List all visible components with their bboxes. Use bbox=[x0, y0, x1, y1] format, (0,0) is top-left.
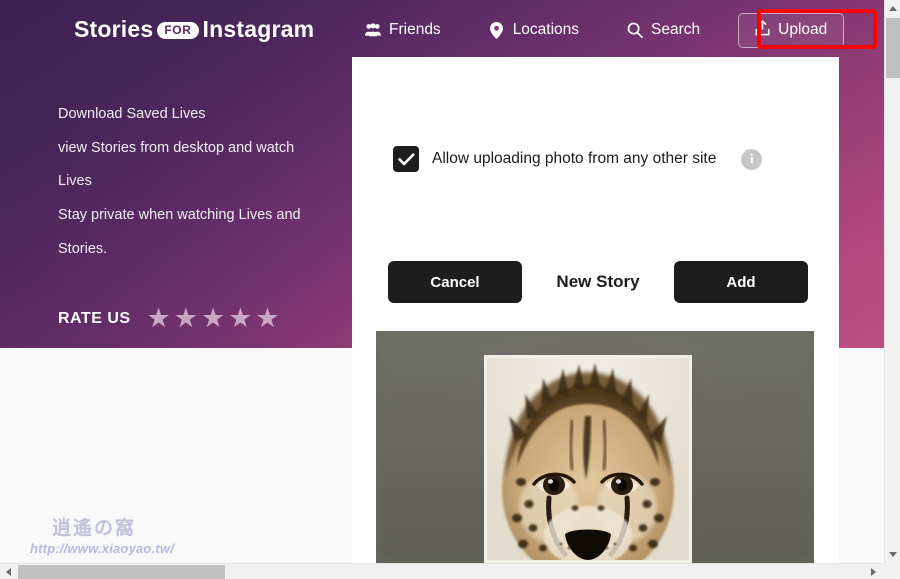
site-header: Stories FOR Instagram Friends Locations … bbox=[0, 0, 884, 112]
scrollbar-corner bbox=[883, 563, 900, 579]
vertical-scrollbar-thumb[interactable] bbox=[886, 18, 900, 78]
nav-item-locations[interactable]: Locations bbox=[479, 15, 589, 45]
chevron-up-icon bbox=[889, 6, 897, 11]
scroll-up-button[interactable] bbox=[885, 0, 900, 17]
watermark: 逍遙の窩 http://www.xiaoyao.tw/ bbox=[30, 513, 240, 556]
hero-line-4: Stay private when watching Lives and bbox=[58, 207, 301, 224]
vertical-scrollbar[interactable] bbox=[884, 0, 900, 563]
site-logo: Stories FOR Instagram bbox=[74, 16, 314, 43]
browser-page: Stories FOR Instagram Friends Locations … bbox=[0, 0, 900, 579]
crop-selection-frame[interactable] bbox=[484, 355, 692, 563]
info-icon[interactable]: i bbox=[741, 148, 763, 170]
allow-upload-row: Allow uploading photo from any other sit… bbox=[393, 146, 763, 172]
upload-button[interactable]: Upload bbox=[738, 12, 845, 48]
upload-icon bbox=[755, 19, 770, 41]
chevron-down-icon bbox=[889, 552, 897, 557]
scroll-down-button[interactable] bbox=[885, 546, 900, 563]
search-icon bbox=[627, 22, 643, 38]
logo-badge-for: FOR bbox=[157, 22, 199, 39]
location-pin-icon bbox=[489, 21, 505, 39]
hero-line-1: Download Saved Lives bbox=[58, 106, 206, 122]
star-3[interactable]: ★ bbox=[201, 305, 225, 332]
page-viewport: Stories FOR Instagram Friends Locations … bbox=[0, 0, 884, 563]
upload-dialog: Allow uploading photo from any other sit… bbox=[352, 57, 839, 563]
nav-item-friends[interactable]: Friends bbox=[355, 15, 451, 45]
main-nav: Friends Locations Search Upload bbox=[355, 12, 845, 48]
nav-label-friends: Friends bbox=[389, 21, 441, 38]
dialog-title: New Story bbox=[556, 272, 640, 291]
logo-text-stories: Stories bbox=[74, 16, 154, 42]
chevron-left-icon bbox=[6, 568, 11, 576]
hero-line-3: Lives bbox=[58, 173, 92, 190]
star-5[interactable]: ★ bbox=[255, 305, 279, 332]
horizontal-scrollbar[interactable] bbox=[0, 563, 900, 579]
watermark-logo: 逍遙の窩 bbox=[52, 518, 137, 539]
allow-upload-label: Allow uploading photo from any other sit… bbox=[432, 150, 717, 167]
hero-description: Download Saved Lives view Stories from d… bbox=[58, 106, 338, 274]
friends-icon bbox=[365, 22, 381, 38]
upload-button-label: Upload bbox=[778, 21, 828, 38]
nav-label-locations: Locations bbox=[512, 21, 580, 38]
cheetah-cub-photo bbox=[487, 358, 689, 560]
star-2[interactable]: ★ bbox=[174, 305, 198, 332]
scroll-left-button[interactable] bbox=[0, 564, 17, 579]
hero-line-5: Stories. bbox=[58, 240, 108, 257]
add-button[interactable]: Add bbox=[673, 261, 808, 303]
rating-stars[interactable]: ★ ★ ★ ★ ★ bbox=[147, 305, 280, 332]
allow-upload-checkbox[interactable] bbox=[393, 146, 419, 172]
dialog-actions: Cancel New Story Add bbox=[388, 261, 808, 303]
nav-item-search[interactable]: Search bbox=[617, 15, 710, 45]
scroll-right-button[interactable] bbox=[865, 564, 882, 579]
watermark-url: http://www.xiaoyao.tw/ bbox=[30, 541, 175, 556]
star-1[interactable]: ★ bbox=[147, 305, 171, 332]
rate-us-label: RATE US bbox=[58, 309, 131, 327]
photo-preview[interactable] bbox=[376, 331, 814, 563]
horizontal-scrollbar-thumb[interactable] bbox=[18, 565, 225, 579]
star-4[interactable]: ★ bbox=[228, 305, 252, 332]
cancel-button[interactable]: Cancel bbox=[388, 261, 522, 303]
logo-text-instagram: Instagram bbox=[202, 16, 315, 42]
chevron-right-icon bbox=[871, 568, 876, 576]
nav-label-search: Search bbox=[651, 21, 701, 38]
rate-us-section: RATE US ★ ★ ★ ★ ★ bbox=[58, 305, 280, 332]
hero-line-2: view Stories from desktop and watch bbox=[58, 139, 295, 156]
